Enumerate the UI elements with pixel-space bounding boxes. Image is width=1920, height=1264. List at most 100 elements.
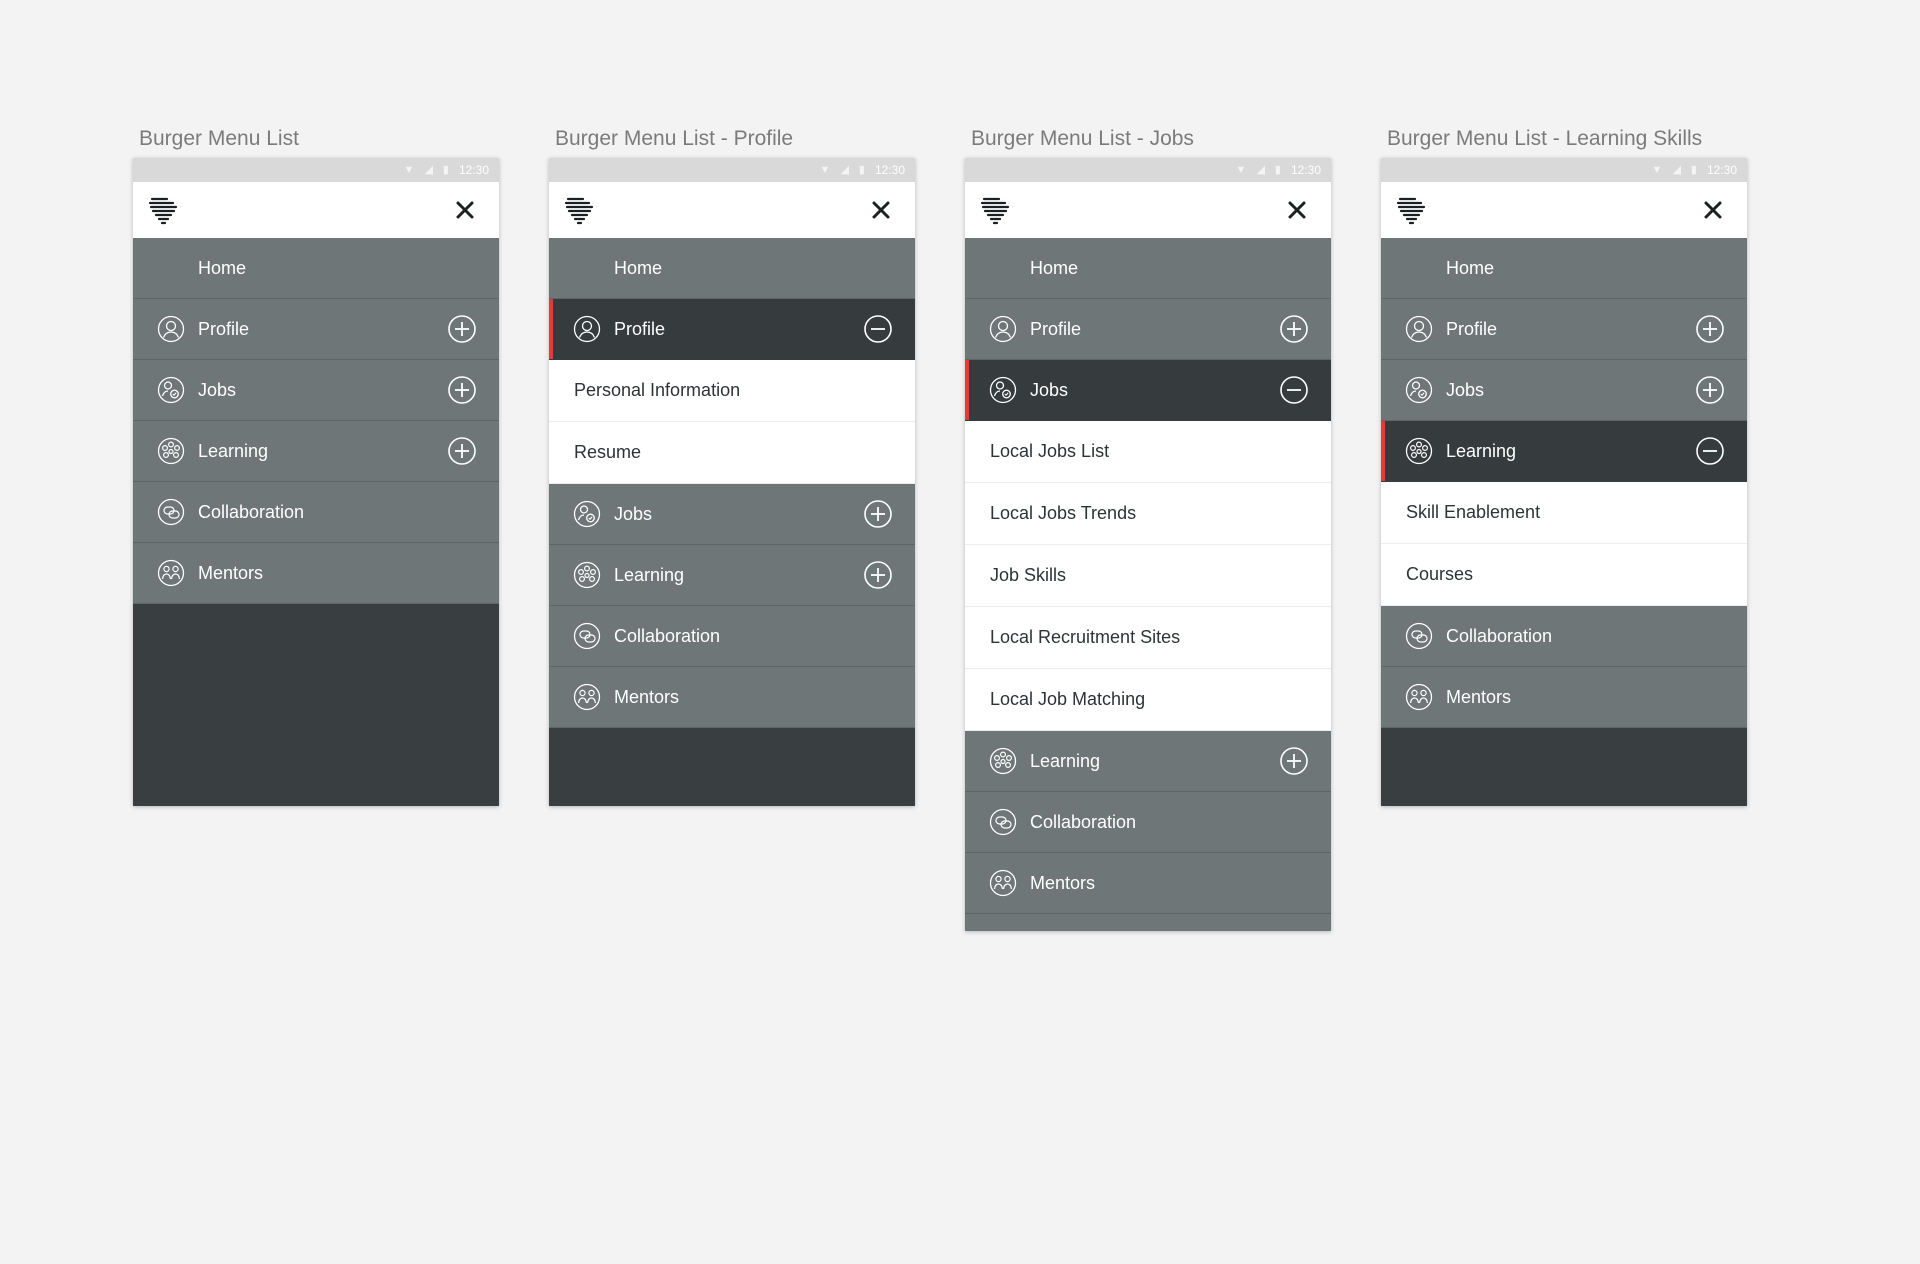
menu-item-collaboration[interactable]: Collaboration xyxy=(549,606,915,667)
learning-icon xyxy=(1405,437,1433,465)
user-icon xyxy=(1405,315,1433,343)
close-icon[interactable] xyxy=(453,198,477,222)
menu-item-label: Mentors xyxy=(1446,686,1512,707)
menu-item-mentors[interactable]: Mentors xyxy=(133,543,499,604)
submenu-item[interactable]: Local Jobs Trends xyxy=(965,483,1331,545)
menu-item-label: Mentors xyxy=(198,562,264,583)
menu-item-label: Collaboration xyxy=(1030,811,1137,832)
menu-item-label: Profile xyxy=(614,318,666,339)
menu-item-profile[interactable]: Profile xyxy=(1381,299,1747,360)
menu-item-learning[interactable]: Learning xyxy=(1381,421,1747,482)
menu-item-profile[interactable]: Profile xyxy=(133,299,499,360)
menu-item-learning[interactable]: Learning xyxy=(133,421,499,482)
expand-plus-icon[interactable] xyxy=(447,436,477,466)
submenu-item[interactable]: Local Jobs List xyxy=(965,421,1331,483)
logo-icon[interactable] xyxy=(1395,194,1427,226)
menu-item-profile[interactable]: Profile xyxy=(549,299,915,360)
status-bar: ▼ ◢ ▮ 12:30 xyxy=(549,158,915,182)
menu-item-mentors[interactable]: Mentors xyxy=(1381,667,1747,728)
menu-item-jobs[interactable]: Jobs xyxy=(965,360,1331,421)
collapse-minus-icon[interactable] xyxy=(863,314,893,344)
menu-item-label: Jobs xyxy=(1446,379,1485,400)
submenu-item[interactable]: Local Recruitment Sites xyxy=(965,607,1331,669)
user-icon xyxy=(573,315,601,343)
menu-item-home[interactable]: Home xyxy=(549,238,915,299)
menu-item-label: Mentors xyxy=(614,686,680,707)
screen-title: Burger Menu List - Profile xyxy=(555,127,794,150)
expand-plus-icon[interactable] xyxy=(863,560,893,590)
expand-plus-icon[interactable] xyxy=(1695,375,1725,405)
signal-icon: ◢ xyxy=(424,163,433,176)
screen-title: Burger Menu List - Learning Skills xyxy=(1387,127,1703,150)
menu-item-jobs[interactable]: Jobs xyxy=(1381,360,1747,421)
menu-item-home[interactable]: Home xyxy=(965,238,1331,299)
menu-item-label: Home xyxy=(198,257,247,278)
wifi-icon: ▼ xyxy=(819,163,831,176)
menu-item-learning[interactable]: Learning xyxy=(965,731,1331,792)
mentors-icon xyxy=(157,559,185,587)
jobs-icon xyxy=(573,500,601,528)
submenu-item[interactable]: Courses xyxy=(1381,544,1747,606)
logo-icon[interactable] xyxy=(979,194,1011,226)
app-bar xyxy=(965,182,1331,238)
status-bar: ▼ ◢ ▮ 12:30 xyxy=(1381,158,1747,182)
expand-plus-icon[interactable] xyxy=(1695,314,1725,344)
app-bar xyxy=(133,182,499,238)
screen-title: Burger Menu List xyxy=(139,127,299,150)
menu-item-learning[interactable]: Learning xyxy=(549,545,915,606)
menu-item-label: Jobs xyxy=(198,379,237,400)
collapse-minus-icon[interactable] xyxy=(1279,375,1309,405)
wifi-icon: ▼ xyxy=(1651,163,1663,176)
menu-item-mentors[interactable]: Mentors xyxy=(549,667,915,728)
screen-title: Burger Menu List - Jobs xyxy=(971,127,1194,150)
close-icon[interactable] xyxy=(1701,198,1725,222)
menu-item-label: Profile xyxy=(1446,318,1498,339)
menu-item-jobs[interactable]: Jobs xyxy=(133,360,499,421)
menu-item-label: Jobs xyxy=(1030,379,1069,400)
phone-frame: ▼ ◢ ▮ 12:30 Home Profile Jobs Learning S… xyxy=(1381,158,1747,806)
wifi-icon: ▼ xyxy=(403,163,415,176)
collaboration-icon xyxy=(1405,622,1433,650)
menu-item-home[interactable]: Home xyxy=(133,238,499,299)
close-icon[interactable] xyxy=(1285,198,1309,222)
submenu-item[interactable]: Skill Enablement xyxy=(1381,482,1747,544)
expand-plus-icon[interactable] xyxy=(863,499,893,529)
close-icon[interactable] xyxy=(869,198,893,222)
status-bar: ▼ ◢ ▮ 12:30 xyxy=(133,158,499,182)
screen-burger-menu-jobs: Burger Menu List - Jobs ▼ ◢ ▮ 12:30 Home… xyxy=(965,124,1331,931)
menu-item-label: Learning xyxy=(198,440,269,461)
menu-item-label: Home xyxy=(1446,257,1495,278)
logo-icon[interactable] xyxy=(147,194,179,226)
menu-item-label: Collaboration xyxy=(1446,625,1553,646)
logo-icon[interactable] xyxy=(563,194,595,226)
signal-icon: ◢ xyxy=(1256,163,1265,176)
collaboration-icon xyxy=(573,622,601,650)
screen-burger-menu-profile: Burger Menu List - Profile ▼ ◢ ▮ 12:30 H… xyxy=(549,124,915,806)
menu-item-collaboration[interactable]: Collaboration xyxy=(1381,606,1747,667)
expand-plus-icon[interactable] xyxy=(447,375,477,405)
collaboration-icon xyxy=(989,808,1017,836)
learning-icon xyxy=(573,561,601,589)
status-time: 12:30 xyxy=(874,163,905,177)
submenu-item[interactable]: Resume xyxy=(549,422,915,484)
menu-item-jobs[interactable]: Jobs xyxy=(549,484,915,545)
screen-burger-menu-learning: Burger Menu List - Learning Skills ▼ ◢ ▮… xyxy=(1381,124,1747,806)
menu-item-collaboration[interactable]: Collaboration xyxy=(965,792,1331,853)
battery-icon: ▮ xyxy=(1274,163,1281,176)
expand-plus-icon[interactable] xyxy=(1279,314,1309,344)
menu-item-home[interactable]: Home xyxy=(1381,238,1747,299)
collapse-minus-icon[interactable] xyxy=(1695,436,1725,466)
menu-item-mentors[interactable]: Mentors xyxy=(965,853,1331,914)
expand-plus-icon[interactable] xyxy=(1279,746,1309,776)
app-bar xyxy=(1381,182,1747,238)
expand-plus-icon[interactable] xyxy=(447,314,477,344)
learning-icon xyxy=(157,437,185,465)
submenu-item[interactable]: Job Skills xyxy=(965,545,1331,607)
menu-item-label: Profile xyxy=(1030,318,1082,339)
menu-item-collaboration[interactable]: Collaboration xyxy=(133,482,499,543)
menu-item-label: Collaboration xyxy=(198,501,305,522)
jobs-icon xyxy=(1405,376,1433,404)
submenu-item[interactable]: Personal Information xyxy=(549,360,915,422)
menu-item-profile[interactable]: Profile xyxy=(965,299,1331,360)
submenu-item[interactable]: Local Job Matching xyxy=(965,669,1331,731)
